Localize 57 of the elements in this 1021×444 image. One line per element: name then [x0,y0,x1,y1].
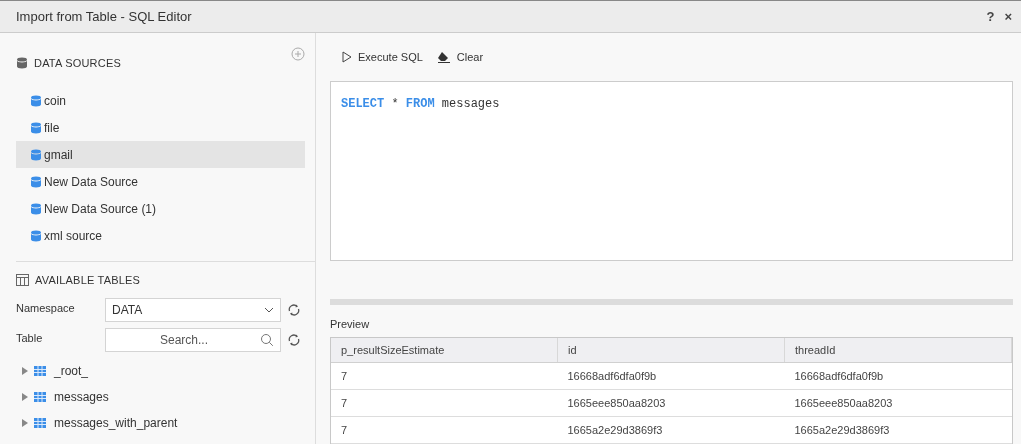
splitter-handle[interactable] [330,299,1013,305]
table-icon [16,274,29,286]
refresh-icon[interactable] [287,333,301,347]
table-tree-item[interactable]: _root_ [16,358,305,384]
add-icon[interactable] [291,47,305,61]
table-cell: 1665a2e29d3869f3 [557,416,785,444]
execute-button[interactable]: Execute SQL [342,51,423,63]
table-cell: 7 [331,362,558,390]
caret-right-icon[interactable] [22,367,28,375]
caret-right-icon[interactable] [22,393,28,401]
table-cell: 1665eee850aa8203 [784,389,1012,417]
table-cell: 7 [331,389,558,417]
clear-button[interactable]: Clear [436,51,484,63]
play-icon [342,51,352,63]
chevron-down-icon [264,307,274,313]
namespace-dropdown[interactable]: DATA [105,298,281,322]
data-source-item[interactable]: xml source [16,222,305,249]
sql-editor[interactable]: SELECT * FROM messages [330,81,1013,261]
data-source-item[interactable]: gmail [16,141,305,168]
database-icon [30,175,42,188]
window-title: Import from Table - SQL Editor [16,9,192,24]
column-header: id [557,338,785,363]
data-source-item[interactable]: New Data Source [16,168,305,195]
column-header: threadId [784,338,1012,363]
table-tree-item[interactable]: messages [16,384,305,410]
search-field[interactable]: Search... [105,328,281,352]
table-cell: 16668adf6dfa0f9b [784,362,1012,390]
database-icon [30,229,42,242]
refresh-icon[interactable] [287,303,301,317]
table-cell: 16668adf6dfa0f9b [557,362,785,390]
data-source-item[interactable]: coin [16,87,305,114]
grid-icon [34,418,46,428]
data-source-item[interactable]: New Data Source (1) [16,195,305,222]
preview-label: Preview [330,318,371,331]
grid-icon [34,392,46,402]
table-tree-item[interactable]: messages_with_parent [16,410,305,436]
section-heading: DATA SOURCES [34,57,121,69]
database-icon [30,94,42,107]
sql-query: SELECT * FROM messages [341,97,501,111]
table-cell: 1665a2e29d3869f3 [784,416,1012,444]
search-icon [260,333,274,347]
table-cell: 1665eee850aa8203 [557,389,785,417]
field-label: Namespace [16,301,76,314]
close-button[interactable]: × [1001,9,1015,24]
grid-icon [34,366,46,376]
help-button[interactable]: ? [983,9,998,24]
section-heading: AVAILABLE TABLES [35,274,141,286]
database-icon [30,202,42,215]
database-icon [16,57,28,69]
data-source-item[interactable]: file [16,114,305,141]
database-icon [30,121,42,134]
table-cell: 7 [331,416,558,444]
column-header: p_resultSizeEstimate [331,338,558,363]
caret-right-icon[interactable] [22,419,28,427]
database-icon [30,148,42,161]
eraser-icon [436,51,451,63]
field-label: Table [16,331,44,344]
